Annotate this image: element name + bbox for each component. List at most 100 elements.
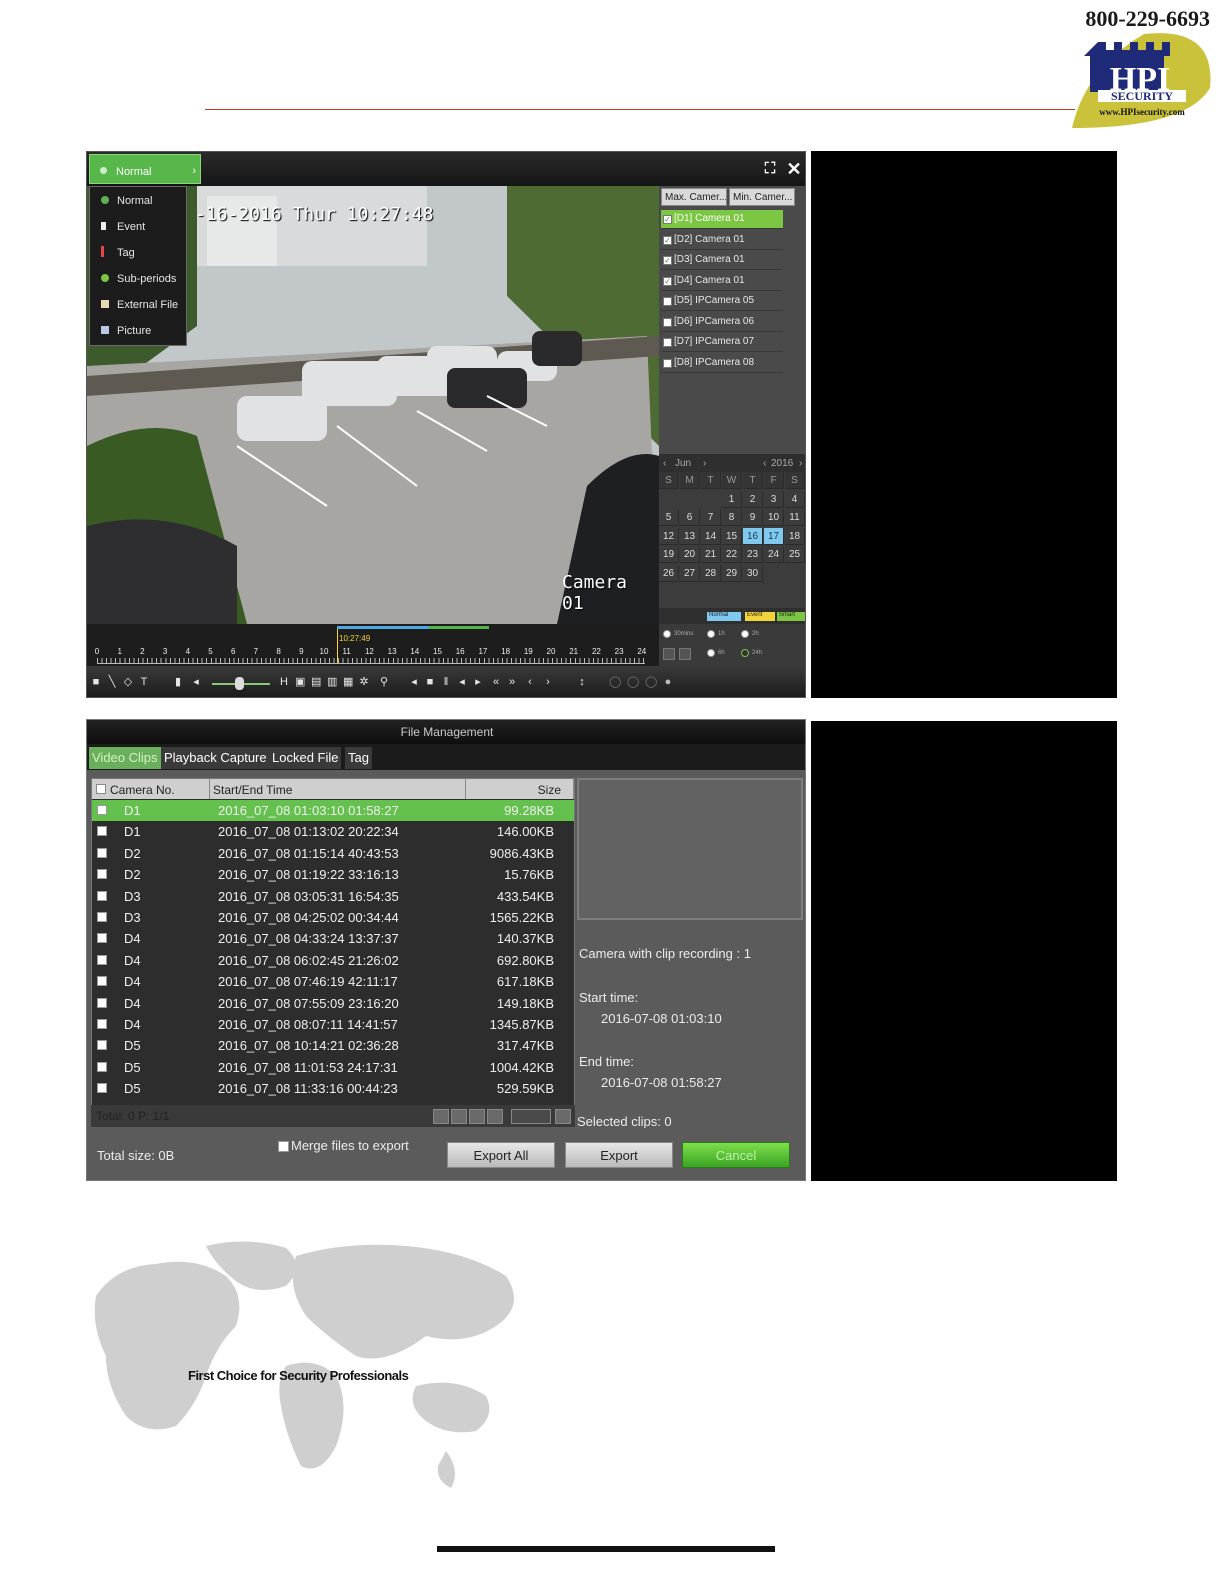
prev-month-icon[interactable]: ‹ bbox=[663, 458, 666, 469]
calendar-day[interactable]: 8 bbox=[722, 509, 742, 526]
clip-start-icon[interactable]: H bbox=[279, 676, 289, 688]
row-checkbox[interactable] bbox=[97, 976, 107, 987]
backup-icon[interactable]: ▤ bbox=[311, 676, 321, 688]
tab-video-clips[interactable]: Video Clips bbox=[89, 747, 162, 769]
record-icon[interactable]: ● bbox=[663, 676, 673, 688]
calendar-day[interactable]: 16 bbox=[743, 527, 763, 545]
table-row[interactable]: D4 2016_07_08 06:02:45 21:26:02 692.80KB bbox=[92, 950, 574, 971]
checkbox[interactable] bbox=[663, 297, 672, 306]
radio-6h[interactable] bbox=[707, 649, 715, 657]
cancel-button[interactable]: Cancel bbox=[682, 1142, 790, 1168]
calendar-day[interactable]: 6 bbox=[680, 509, 700, 526]
zoom-out-button[interactable] bbox=[663, 648, 675, 660]
last-page-icon[interactable] bbox=[487, 1109, 503, 1124]
checkbox[interactable]: ✓ bbox=[663, 277, 672, 286]
checkbox[interactable] bbox=[663, 338, 672, 347]
fullscreen-icon[interactable]: ⛶ bbox=[759, 158, 781, 180]
timeline[interactable]: 10:27:49 0 1 2 3 4 5 6 7 8 9 10 11 12 13 14 15 16 17 18 19 2… bbox=[87, 624, 659, 666]
tab-locked-file[interactable]: Locked File bbox=[269, 747, 343, 769]
table-row[interactable]: D4 2016_07_08 07:46:19 42:11:17 617.18KB bbox=[92, 971, 574, 992]
menu-item-external-file[interactable]: External File bbox=[90, 291, 186, 317]
row-checkbox[interactable] bbox=[97, 1019, 107, 1029]
calendar-day[interactable]: 17 bbox=[764, 527, 784, 545]
checkbox[interactable]: ✓ bbox=[663, 215, 672, 224]
volume-slider-knob[interactable] bbox=[235, 677, 244, 690]
camera-row[interactable]: [D5] IPCamera 05 bbox=[661, 292, 783, 311]
calendar-day[interactable]: 26 bbox=[659, 564, 679, 582]
slow-icon[interactable]: « bbox=[491, 676, 501, 688]
go-page-icon[interactable] bbox=[555, 1109, 571, 1124]
capture-icon[interactable]: ▣ bbox=[295, 676, 305, 688]
calendar-day[interactable]: 24 bbox=[764, 546, 784, 563]
checkbox[interactable]: ✓ bbox=[663, 256, 672, 265]
next-day-icon[interactable]: › bbox=[543, 676, 553, 688]
tag-icon[interactable]: ◇ bbox=[123, 676, 133, 688]
row-checkbox[interactable] bbox=[97, 997, 107, 1008]
calendar-day[interactable]: 28 bbox=[701, 564, 721, 582]
menu-item-event[interactable]: Event bbox=[90, 213, 186, 239]
min-camera-button[interactable]: Min. Camer... bbox=[729, 188, 795, 206]
row-checkbox[interactable] bbox=[97, 1061, 107, 1072]
next-month-icon[interactable]: › bbox=[703, 458, 706, 469]
next-page-icon[interactable] bbox=[469, 1109, 485, 1124]
close-icon[interactable]: ✕ bbox=[783, 158, 805, 180]
prev-day-icon[interactable]: ‹ bbox=[525, 676, 535, 688]
calendar-day[interactable]: 13 bbox=[680, 527, 700, 545]
table-row[interactable]: D3 2016_07_08 04:25:02 00:34:44 1565.22KB bbox=[92, 907, 574, 928]
calendar-day[interactable]: 3 bbox=[764, 490, 784, 508]
custom-tag-icon[interactable]: T bbox=[139, 676, 149, 688]
calendar-day[interactable]: 22 bbox=[722, 546, 742, 563]
row-checkbox[interactable] bbox=[97, 933, 107, 944]
pause-icon[interactable]: ‖ bbox=[441, 676, 451, 688]
tab-tag[interactable]: Tag bbox=[345, 747, 373, 769]
merge-files-checkbox[interactable] bbox=[278, 1141, 289, 1152]
table-row[interactable]: D5 2016_07_08 10:14:21 02:36:28 317.47KB bbox=[92, 1035, 574, 1056]
next-year-icon[interactable]: › bbox=[799, 458, 802, 469]
first-page-icon[interactable] bbox=[433, 1109, 449, 1124]
calendar-day[interactable]: 10 bbox=[764, 509, 784, 526]
calendar-day[interactable]: 12 bbox=[659, 527, 679, 545]
column-header-time[interactable]: Start/End Time bbox=[210, 779, 466, 799]
speaker-icon[interactable]: ◂ bbox=[191, 676, 201, 688]
row-checkbox[interactable] bbox=[97, 1083, 107, 1094]
skip-icon[interactable]: ↕ bbox=[577, 676, 587, 688]
table-row[interactable]: D5 2016_07_08 11:01:53 24:17:31 1004.42KB bbox=[92, 1057, 574, 1078]
camera-row[interactable]: [D6] IPCamera 06 bbox=[661, 313, 783, 332]
menu-item-tag[interactable]: Tag bbox=[90, 239, 186, 265]
table-row[interactable]: D2 2016_07_08 01:15:14 40:43:53 9086.43KB bbox=[92, 843, 574, 864]
export-button[interactable]: Export bbox=[565, 1142, 673, 1168]
calendar-day[interactable]: 27 bbox=[680, 564, 700, 582]
clip-icon[interactable]: ╲ bbox=[107, 676, 117, 688]
calendar-day[interactable]: 29 bbox=[722, 564, 742, 582]
table-row[interactable]: D3 2016_07_08 03:05:31 16:54:35 433.54KB bbox=[92, 886, 574, 907]
calendar-day[interactable]: 23 bbox=[743, 546, 763, 563]
camera-row[interactable]: [D7] IPCamera 07 bbox=[661, 333, 783, 352]
camera-row[interactable]: ✓ [D3] Camera 01 bbox=[661, 251, 783, 270]
row-checkbox[interactable] bbox=[97, 1040, 107, 1051]
lock-icon[interactable]: ▮ bbox=[173, 676, 183, 688]
column-header-size[interactable]: Size bbox=[466, 779, 574, 799]
prev-year-icon[interactable]: ‹ bbox=[763, 458, 766, 469]
row-checkbox[interactable] bbox=[97, 912, 107, 922]
menu-item-sub-periods[interactable]: Sub-periods bbox=[90, 265, 186, 291]
zoom-icon[interactable]: ⚲ bbox=[379, 676, 389, 688]
checkbox[interactable]: ✓ bbox=[663, 236, 672, 245]
select-all-checkbox[interactable] bbox=[96, 784, 106, 794]
radio-24h[interactable] bbox=[741, 649, 749, 657]
calendar-day[interactable]: 21 bbox=[701, 546, 721, 563]
prev-page-icon[interactable] bbox=[451, 1109, 467, 1124]
camera-row[interactable]: ✓ [D4] Camera 01 bbox=[661, 272, 783, 291]
radio-30mins[interactable] bbox=[663, 630, 671, 638]
camera-row[interactable]: ✓ [D1] Camera 01 bbox=[661, 210, 783, 229]
calendar-day[interactable]: 14 bbox=[701, 527, 721, 545]
reverse-icon[interactable]: ◂ bbox=[409, 676, 419, 688]
table-row[interactable]: D5 2016_07_08 11:33:16 00:44:23 529.59KB bbox=[92, 1078, 574, 1099]
menu-item-normal[interactable]: Normal bbox=[90, 187, 186, 213]
table-row[interactable]: D2 2016_07_08 01:19:22 33:16:13 15.76KB bbox=[92, 864, 574, 885]
table-row[interactable]: D4 2016_07_08 04:33:24 13:37:37 140.37KB bbox=[92, 928, 574, 949]
calendar-day[interactable]: 25 bbox=[785, 546, 805, 563]
checkbox[interactable] bbox=[663, 359, 672, 368]
stop-playback-icon[interactable]: ■ bbox=[425, 676, 435, 688]
table-row[interactable]: D4 2016_07_08 08:07:11 14:41:57 1345.87KB bbox=[92, 1014, 574, 1035]
calendar-day[interactable]: 5 bbox=[659, 509, 679, 526]
